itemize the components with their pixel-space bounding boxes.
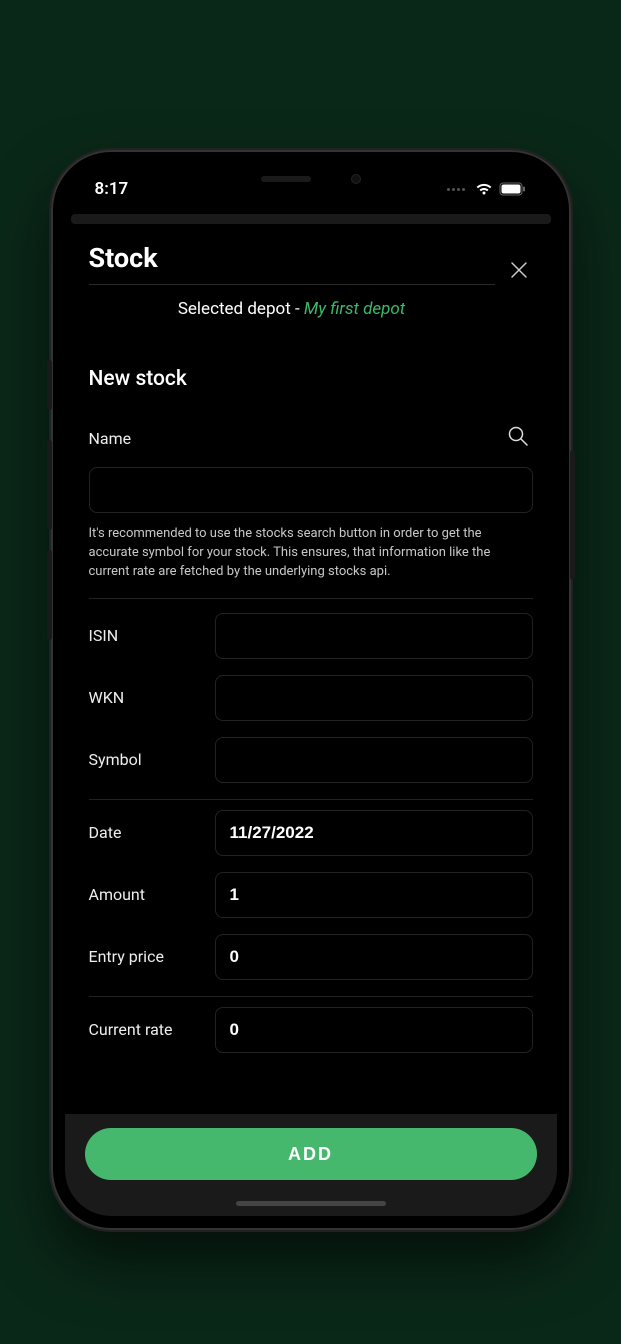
symbol-label: Symbol xyxy=(89,750,199,769)
date-label: Date xyxy=(89,823,199,842)
screen: 8:17 xyxy=(65,164,557,1216)
wkn-input[interactable] xyxy=(215,675,533,721)
search-icon xyxy=(507,425,529,447)
wkn-row: WKN xyxy=(89,675,533,721)
side-button xyxy=(47,360,52,410)
amount-input[interactable] xyxy=(215,872,533,918)
entry-price-row: Entry price xyxy=(89,934,533,980)
cellular-dots-icon xyxy=(447,188,465,191)
side-button xyxy=(47,550,52,640)
symbol-input[interactable] xyxy=(215,737,533,783)
current-rate-row: Current rate xyxy=(89,1007,533,1053)
section-title: New stock xyxy=(89,367,533,391)
notch xyxy=(216,164,406,194)
isin-row: ISIN xyxy=(89,613,533,659)
form-content: New stock Name It's recommended to use t… xyxy=(65,337,557,1114)
side-button xyxy=(570,450,575,580)
phone-frame: 8:17 xyxy=(51,150,571,1230)
page-title: Stock xyxy=(89,242,495,285)
entry-price-input[interactable] xyxy=(215,934,533,980)
top-bar-shade xyxy=(71,214,551,224)
close-button[interactable] xyxy=(495,242,533,285)
selected-depot-line: Selected depot - My first depot xyxy=(89,285,495,329)
divider xyxy=(89,996,533,997)
divider xyxy=(89,598,533,599)
selected-depot-label: Selected depot xyxy=(178,299,291,319)
status-time: 8:17 xyxy=(95,179,129,199)
status-indicators xyxy=(447,182,527,196)
current-rate-input[interactable] xyxy=(215,1007,533,1053)
name-label: Name xyxy=(89,429,132,448)
header: Stock Selected depot - My first depot xyxy=(65,224,557,337)
entry-price-label: Entry price xyxy=(89,947,199,966)
date-input[interactable] xyxy=(215,810,533,856)
wifi-icon xyxy=(475,182,493,196)
divider xyxy=(89,799,533,800)
add-button[interactable]: ADD xyxy=(85,1128,537,1180)
current-rate-label: Current rate xyxy=(89,1020,199,1039)
wkn-label: WKN xyxy=(89,688,199,707)
name-input[interactable] xyxy=(89,467,533,513)
search-button[interactable] xyxy=(503,421,533,455)
isin-label: ISIN xyxy=(89,626,199,645)
separator: - xyxy=(291,299,304,319)
speaker xyxy=(261,176,311,182)
helper-text: It's recommended to use the stocks searc… xyxy=(89,525,533,598)
close-icon xyxy=(509,260,529,280)
home-indicator[interactable] xyxy=(236,1201,386,1206)
name-field-block: Name It's recommended to use the stocks … xyxy=(89,421,533,599)
selected-depot-name: My first depot xyxy=(304,299,405,319)
side-button xyxy=(47,440,52,530)
amount-row: Amount xyxy=(89,872,533,918)
isin-input[interactable] xyxy=(215,613,533,659)
symbol-row: Symbol xyxy=(89,737,533,783)
date-row: Date xyxy=(89,810,533,856)
battery-icon xyxy=(499,182,527,196)
camera xyxy=(351,174,361,184)
amount-label: Amount xyxy=(89,885,199,904)
